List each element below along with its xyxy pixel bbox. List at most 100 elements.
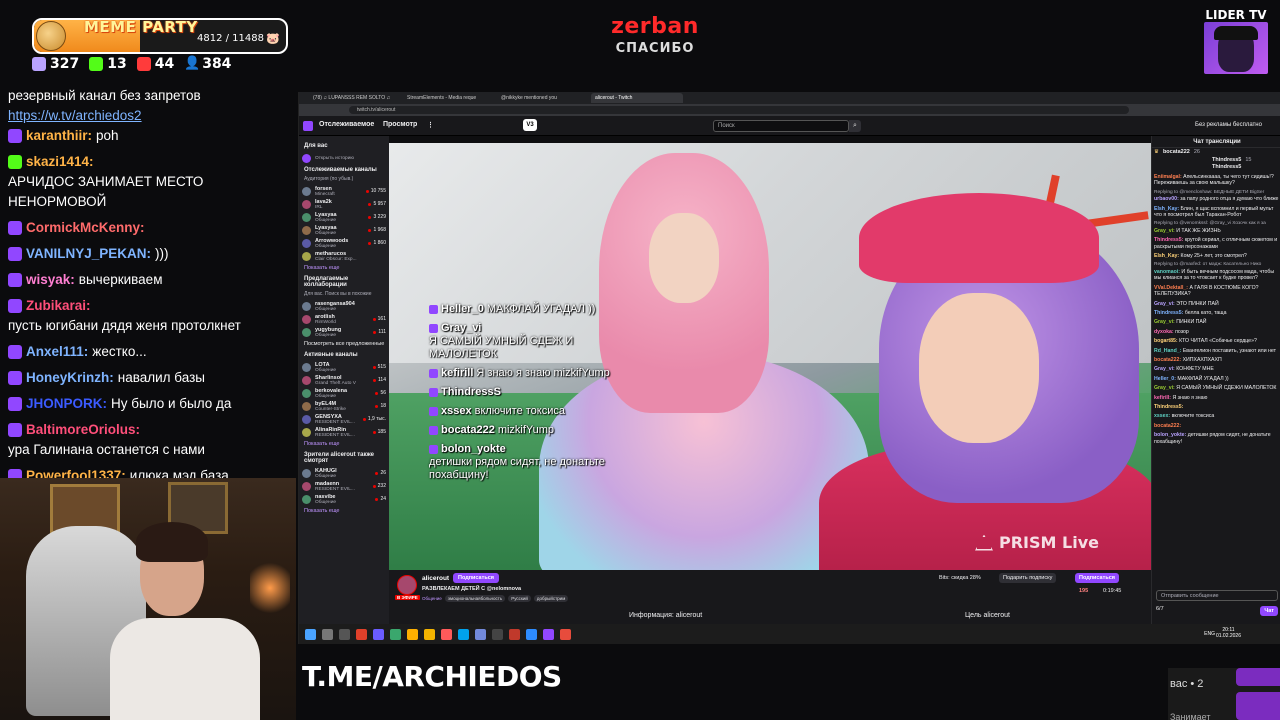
app-icon[interactable]: [509, 628, 520, 640]
sidebar-channel[interactable]: nasvibe Общение 24: [302, 493, 386, 505]
sidebar-channel[interactable]: Lyasyaa Общение 3 229: [302, 211, 386, 223]
task-view-icon[interactable]: [339, 628, 350, 640]
sidebar-channel[interactable]: berkovalena Общение 56: [302, 387, 386, 399]
sidebar-channel[interactable]: Lyasyaa Общение 1 968: [302, 224, 386, 236]
show-more-link[interactable]: Показать еще: [304, 265, 386, 271]
gift-sub-button[interactable]: Подарить подписку: [999, 573, 1057, 583]
windows-start-icon[interactable]: [305, 628, 316, 640]
chat-username[interactable]: Gray_vi:: [1154, 301, 1175, 307]
chat-username[interactable]: bocata222:: [1154, 423, 1181, 429]
keyboard-language[interactable]: ENG: [1204, 631, 1215, 637]
chat-username[interactable]: Elsh_Kay:: [1154, 253, 1179, 259]
channel-avatar[interactable]: [397, 575, 417, 595]
twitch-logo-icon[interactable]: [303, 121, 313, 131]
chat-username[interactable]: skazi1414:: [26, 152, 94, 172]
chat-username[interactable]: kefirill:: [1154, 395, 1171, 401]
search-icon[interactable]: ⌕: [849, 120, 861, 132]
show-more-link[interactable]: Показать еще: [304, 508, 386, 514]
sidebar-channel[interactable]: Arrowwoods Общение 1 860: [302, 237, 386, 249]
taskbar-clock[interactable]: 20:11 01.02.2026: [1216, 627, 1241, 639]
folder-icon[interactable]: [407, 628, 418, 640]
sidebar-channel[interactable]: byEL4M Counter-Strike 18: [302, 400, 386, 412]
sidebar-channel[interactable]: GENSYXA RESIDENT EVIL... 1,9 тыс.: [302, 413, 386, 425]
follow-button[interactable]: Подписаться: [453, 573, 499, 583]
sidebar-channel[interactable]: forsen Minecraft 10 755: [302, 185, 386, 197]
twitch-icon[interactable]: [543, 628, 554, 640]
nav-following[interactable]: Отслеживаемое: [319, 121, 374, 128]
telegram-icon[interactable]: [526, 628, 537, 640]
category-link[interactable]: Общение: [422, 595, 442, 602]
tag[interactable]: добрыйстрим: [533, 595, 569, 602]
chat-username[interactable]: Gray_vi:: [1154, 319, 1175, 325]
chat-username[interactable]: Thindress5:: [1154, 404, 1183, 410]
bits-discount[interactable]: Bits: скидка 28%: [939, 575, 981, 581]
video-player[interactable]: Heller_0 МАКФЛАЙ УГАДАЛ )) Gray_vi Я САМЫЙ …: [389, 143, 1151, 570]
chat-username[interactable]: BaltimoreOriolus:: [26, 420, 140, 440]
chat-username[interactable]: CormickMcKenny:: [26, 218, 145, 238]
chat-username[interactable]: HoneyKrinzh:: [26, 368, 114, 388]
sidebar-channel[interactable]: AlinaRinRin RESIDENT EVIL... 185: [302, 426, 386, 438]
app-icon[interactable]: [441, 628, 452, 640]
chat-username[interactable]: wisyak:: [26, 270, 75, 290]
chat-username[interactable]: Elsh_Kay:: [1154, 206, 1179, 212]
no-ads-button[interactable]: Без рекламы бесплатно: [1195, 122, 1262, 128]
sidebar-channel[interactable]: lava2k IRL 5 957: [302, 198, 386, 210]
obs-icon[interactable]: [560, 628, 571, 640]
chat-username[interactable]: bolon_yokte:: [1154, 432, 1186, 438]
app-icon[interactable]: [492, 628, 503, 640]
sidebar-channel[interactable]: yugybung Общение 111: [302, 326, 386, 338]
browser-tab[interactable]: @nikkyke mentioned you: [497, 93, 589, 103]
v3-badge[interactable]: V3: [523, 119, 537, 131]
chat-username[interactable]: Gray_vi:: [1154, 366, 1175, 372]
browser-tab[interactable]: (78) ♫ LUPANSSS REM SOLTO ♫: [309, 93, 401, 103]
channel-name[interactable]: alicerout: [422, 575, 449, 582]
chat-username[interactable]: Gray_vi:: [1154, 385, 1175, 391]
sidebar-channel[interactable]: LOTA Общение 515: [302, 361, 386, 373]
tag[interactable]: эмоциональнаябольность: [444, 595, 506, 602]
show-more-link[interactable]: Показать еще: [304, 441, 386, 447]
app-icon[interactable]: [458, 628, 469, 640]
app-icon[interactable]: [356, 628, 367, 640]
search-icon[interactable]: [322, 628, 333, 640]
chat-username[interactable]: VVal.Dektall_:: [1154, 285, 1188, 291]
tag[interactable]: Русский: [508, 595, 531, 602]
sidebar-channel[interactable]: rasengansa904 Общение: [302, 300, 386, 312]
chat-username[interactable]: bogart85:: [1154, 338, 1178, 344]
search-input[interactable]: Поиск: [713, 120, 849, 132]
app-icon[interactable]: [373, 628, 384, 640]
app-icon[interactable]: [390, 628, 401, 640]
sidebar-channel[interactable]: arotlish RimWorld 161: [302, 313, 386, 325]
browser-tab[interactable]: StreamElements - Media reque: [403, 93, 495, 103]
nav-browse[interactable]: Просмотр: [383, 121, 417, 128]
subscribe-button[interactable]: Подписаться: [1075, 573, 1119, 583]
chat-username[interactable]: urbaov00:: [1154, 196, 1179, 202]
discord-icon[interactable]: [475, 628, 486, 640]
chat-username[interactable]: Thindress5:: [1154, 237, 1183, 243]
chat-username[interactable]: Eniimalgal:: [1154, 174, 1182, 180]
channel-points[interactable]: 6/7: [1156, 606, 1164, 612]
sidebar-channel[interactable]: metharucos Clair Obscur: Exp...: [302, 250, 386, 262]
more-menu-icon[interactable]: ⋮: [427, 121, 434, 129]
sidebar-channel[interactable]: KAHUGI Общение 26: [302, 467, 386, 479]
chat-username[interactable]: vanomaoi:: [1154, 269, 1180, 275]
url-field[interactable]: twitch.tv/alicerout: [349, 106, 1129, 114]
chat-username[interactable]: Zubikarai:: [26, 296, 91, 316]
chat-username[interactable]: dyxoka:: [1154, 329, 1174, 335]
chat-username[interactable]: VANILNYJ_PEKAN:: [26, 244, 151, 264]
chat-username[interactable]: Anxel111:: [26, 342, 88, 362]
chat-username[interactable]: bocata222:: [1154, 357, 1181, 363]
chat-input[interactable]: Отправить сообщение: [1156, 590, 1278, 601]
chat-username[interactable]: karanthiir:: [26, 126, 92, 146]
browser-tab-active[interactable]: alicerout - Twitch: [591, 93, 683, 103]
chat-username[interactable]: Gray_vi:: [1154, 228, 1175, 234]
see-all-suggested[interactable]: Посмотреть все предложенные: [304, 341, 386, 347]
chat-send-button[interactable]: Чат: [1260, 606, 1278, 616]
sidebar-channel[interactable]: Sharlinsol Grand Theft Auto V 114: [302, 374, 386, 386]
chat-username[interactable]: Heller_0:: [1154, 376, 1176, 382]
followed-sort[interactable]: Аудитория (по убыв.): [304, 176, 386, 182]
chat-username[interactable]: Rd_Hand_:: [1154, 348, 1181, 354]
chat-username[interactable]: Thindress5:: [1154, 310, 1183, 316]
chat-username[interactable]: JHONPORK:: [26, 394, 107, 414]
chrome-icon[interactable]: [424, 628, 435, 640]
chat-username[interactable]: xssex:: [1154, 413, 1170, 419]
